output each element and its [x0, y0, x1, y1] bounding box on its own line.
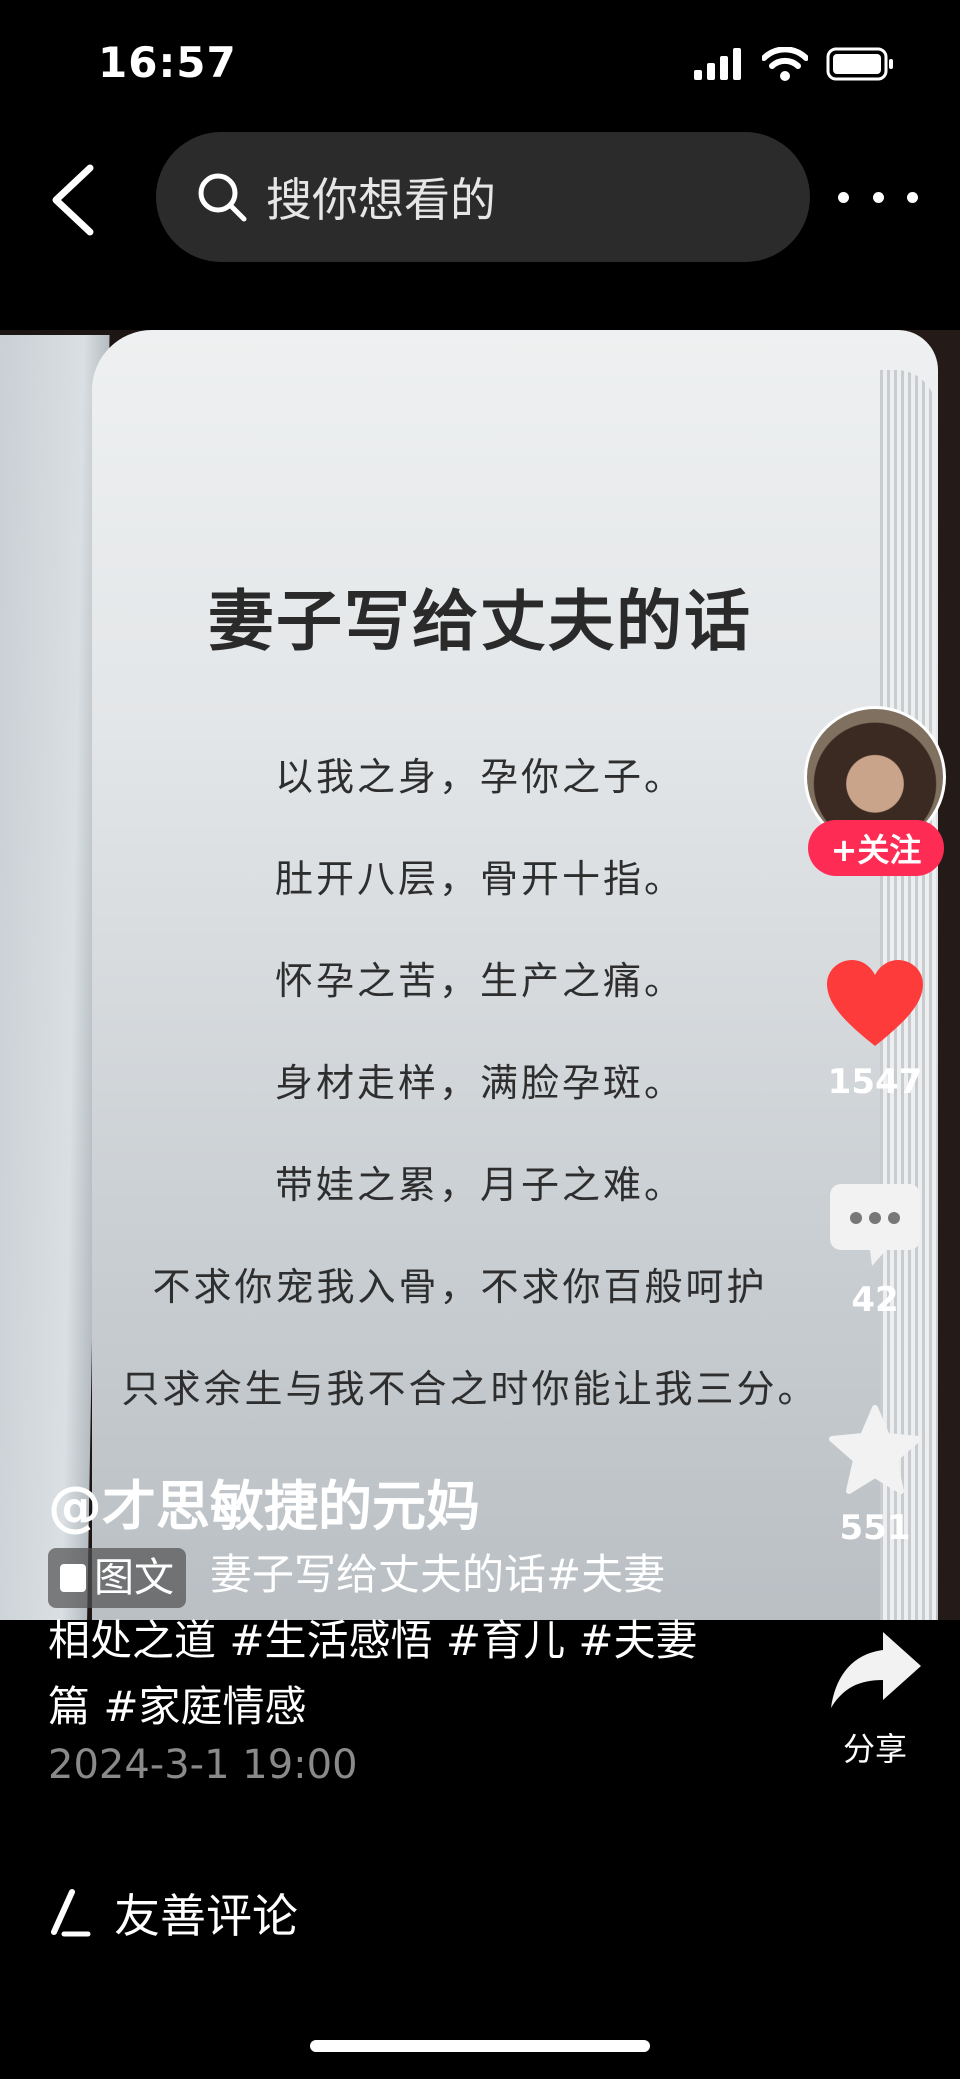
comment-placeholder: 友善评论 [114, 1889, 298, 1943]
image-title: 妻子写给丈夫的话 [208, 583, 752, 660]
heart-icon [827, 960, 923, 1046]
share-button[interactable]: 分享 [810, 1628, 940, 1770]
favorite-count: 551 [839, 1508, 911, 1548]
search-placeholder: 搜你想看的 [266, 173, 496, 227]
author-name[interactable]: @才思敏捷的元妈 [48, 1462, 480, 1541]
like-count: 1547 [827, 1062, 923, 1102]
image-text-icon [60, 1563, 86, 1592]
comment-input[interactable]: 友善评论 [48, 1880, 298, 1946]
home-indicator[interactable] [310, 2040, 650, 2052]
description-text: 篇 #家庭情感 [48, 1682, 307, 1731]
top-bar: 搜你想看的 [0, 130, 960, 268]
poem-line: 只求余生与我不合之时你能让我三分。 [121, 1367, 819, 1411]
description-text: 相处之道 #生活感悟 #育儿 #夫妻 [48, 1616, 698, 1665]
pen-icon [51, 1889, 91, 1937]
description-text: 妻子写给丈夫的话#夫妻 [210, 1550, 666, 1599]
comment-count: 42 [851, 1280, 899, 1320]
like-button[interactable]: 1547 [810, 958, 940, 1102]
share-label: 分享 [842, 1730, 907, 1768]
more-options-icon[interactable] [838, 172, 918, 222]
battery-icon [826, 47, 893, 81]
wifi-icon [762, 47, 808, 81]
post-type-label: 图文 [94, 1554, 174, 1601]
comment-button[interactable]: 42 [810, 1182, 940, 1320]
post-date: 2024-3-1 19:00 [48, 1742, 358, 1788]
share-icon [831, 1632, 921, 1708]
favorite-button[interactable]: 551 [810, 1404, 940, 1548]
status-time: 16:57 [98, 38, 237, 87]
post-description: 图文 妻子写给丈夫的话#夫妻 相处之道 #生活感悟 #育儿 #夫妻 篇 #家庭情… [48, 1542, 748, 1740]
post-type-badge: 图文 [48, 1547, 186, 1608]
back-icon[interactable] [44, 160, 104, 240]
status-bar: 16:57 [0, 0, 960, 130]
poem-line: 不求你宠我入骨，不求你百般呵护 [152, 1265, 768, 1309]
status-icons [694, 44, 896, 84]
search-input[interactable]: 搜你想看的 [156, 132, 810, 262]
star-icon [829, 1405, 921, 1494]
comment-icon [830, 1184, 920, 1266]
signal-icon [694, 48, 741, 80]
follow-button[interactable]: +关注 [808, 820, 944, 876]
search-icon [198, 173, 247, 222]
